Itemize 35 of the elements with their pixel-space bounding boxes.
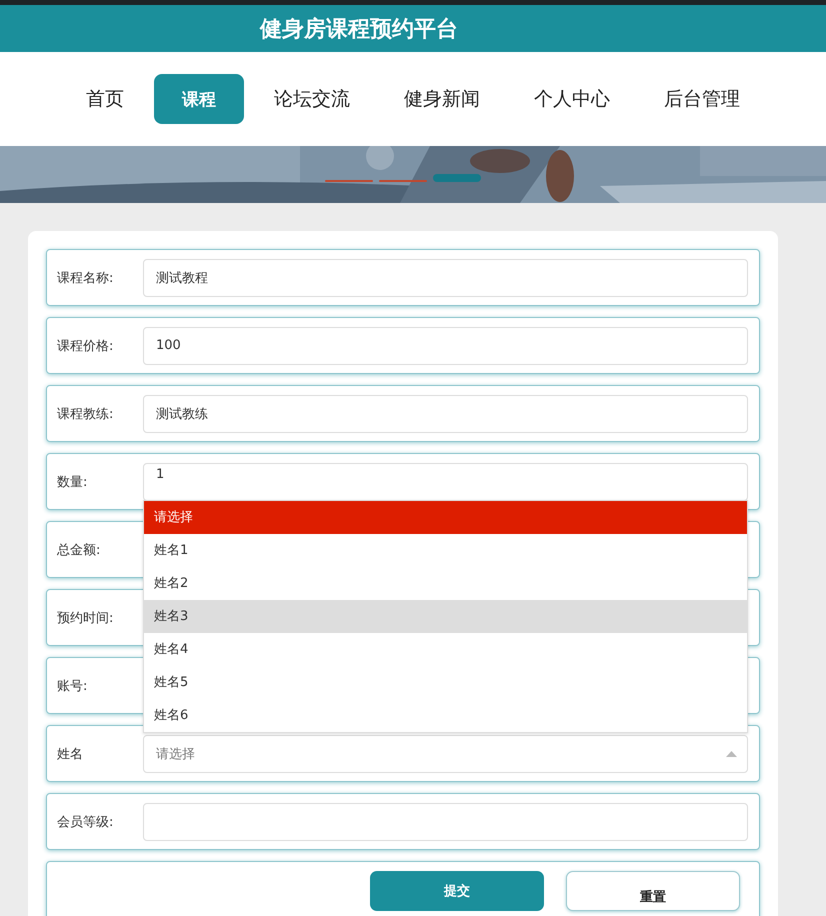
reset-button[interactable]: 重置 [566, 871, 740, 911]
nav-tab[interactable]: 课程 [154, 74, 244, 124]
carousel-indicator[interactable] [325, 180, 373, 182]
field-label: 会员等级: [57, 814, 114, 830]
field-label: 课程名称: [57, 270, 114, 286]
input-field[interactable]: 测试教练 [143, 394, 748, 432]
dropdown-option[interactable]: 姓名1 [144, 534, 747, 566]
field-label: 课程价格: [57, 338, 114, 354]
input-field[interactable] [143, 802, 748, 840]
dropdown-option[interactable]: 请选择 [144, 500, 747, 534]
field-label: 课程教练: [57, 406, 114, 422]
input-field[interactable]: 测试教程 [143, 258, 748, 296]
nav-tab[interactable]: 后台管理 [640, 74, 764, 124]
field-label: 账号: [57, 678, 88, 694]
caret-icon [726, 750, 737, 756]
field-label: 总金额: [57, 542, 102, 558]
submit-button[interactable]: 提交 [370, 871, 544, 911]
select-field[interactable]: 请选择 [143, 734, 748, 772]
nav-tab[interactable]: 个人中心 [510, 74, 634, 124]
dropdown-option[interactable]: 姓名5 [144, 666, 747, 698]
dropdown-option[interactable]: 姓名3 [144, 600, 747, 632]
dropdown-option[interactable]: 姓名6 [144, 698, 747, 732]
field-label: 数量: [57, 474, 88, 490]
input-field[interactable]: 1 [143, 462, 748, 500]
field-label: 姓名 [57, 746, 84, 762]
site-title: 健身房课程预约平台 [260, 16, 458, 44]
nav-tab[interactable]: 论坛交流 [250, 74, 374, 124]
field-label: 预约时间: [57, 610, 114, 626]
dropdown-option[interactable]: 姓名2 [144, 566, 747, 600]
nav-tab[interactable]: 首页 [62, 74, 148, 124]
nav-tab[interactable]: 健身新闻 [380, 74, 504, 124]
dropdown-option[interactable]: 姓名4 [144, 632, 747, 666]
input-field[interactable]: 100 [143, 326, 748, 364]
carousel-indicator[interactable] [433, 174, 481, 182]
carousel-indicator[interactable] [379, 180, 427, 182]
